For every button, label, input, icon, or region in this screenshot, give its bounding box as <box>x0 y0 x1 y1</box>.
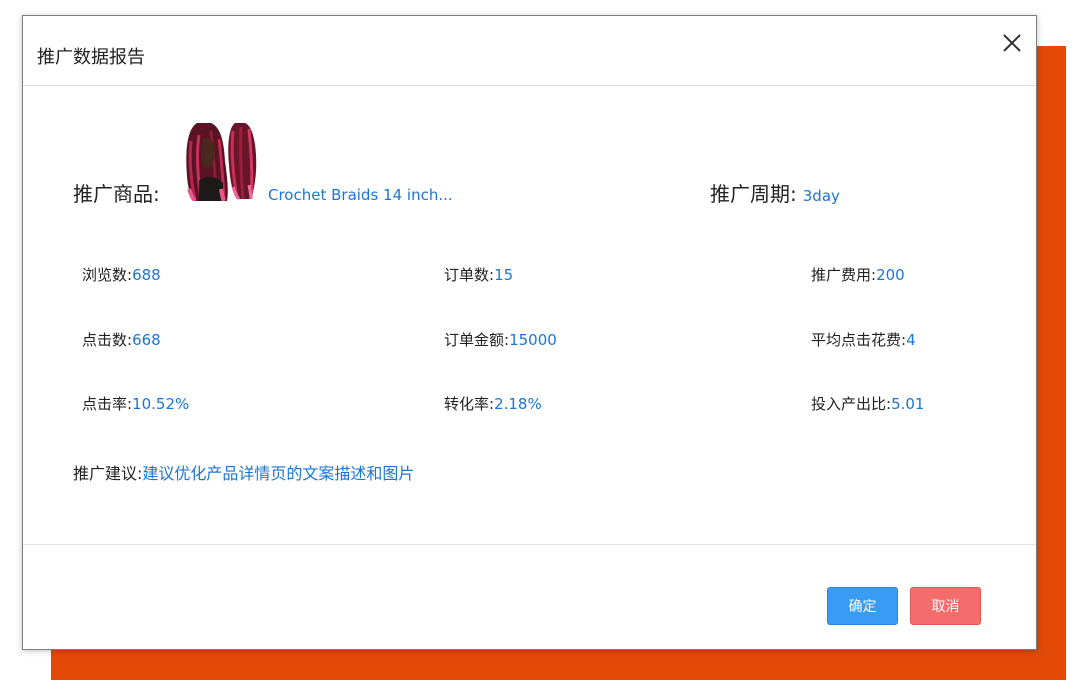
confirm-button[interactable]: 确定 <box>827 587 898 625</box>
stat-label: 点击数: <box>82 331 133 349</box>
stat-value: 668 <box>132 331 161 349</box>
close-icon[interactable] <box>1000 31 1024 55</box>
cancel-button[interactable]: 取消 <box>910 587 981 625</box>
stat-clicks: 点击数:668 <box>82 330 161 350</box>
stat-click-rate: 点击率:10.52% <box>82 394 189 414</box>
promotion-report-dialog: 推广数据报告 推广商品: Crochet Braids 14 inch... 推… <box>22 15 1037 650</box>
period-label: 推广周期: <box>710 182 797 206</box>
stat-value: 688 <box>132 266 161 284</box>
stat-promo-cost: 推广费用:200 <box>811 265 905 285</box>
stat-value: 2.18% <box>494 395 542 413</box>
stat-label: 平均点击花费: <box>811 331 907 349</box>
product-thumbnail <box>183 121 263 203</box>
suggestion-label: 推广建议: <box>73 464 143 483</box>
suggestion-value: 建议优化产品详情页的文案描述和图片 <box>142 464 415 483</box>
stat-label: 推广费用: <box>811 266 877 284</box>
stat-label: 浏览数: <box>82 266 133 284</box>
stat-value: 15 <box>494 266 514 284</box>
stat-label: 投入产出比: <box>811 395 892 413</box>
stat-value: 200 <box>876 266 905 284</box>
stat-value: 5.01 <box>891 395 925 413</box>
dialog-title: 推广数据报告 <box>37 47 145 68</box>
stat-orders: 订单数:15 <box>444 265 513 285</box>
product-name-link[interactable]: Crochet Braids 14 inch... <box>268 185 453 205</box>
stat-value: 10.52% <box>132 395 190 413</box>
footer-divider <box>23 544 1036 545</box>
stat-label: 订单数: <box>444 266 495 284</box>
stat-conversion-rate: 转化率:2.18% <box>444 394 542 414</box>
stat-views: 浏览数:688 <box>82 265 161 285</box>
stat-roi: 投入产出比:5.01 <box>811 394 924 414</box>
stat-value: 15000 <box>509 331 557 349</box>
stat-avg-click-cost: 平均点击花费:4 <box>811 330 916 350</box>
stat-label: 转化率: <box>444 395 495 413</box>
stat-label: 订单金额: <box>444 331 510 349</box>
product-row: 推广商品: Crochet Braids 14 inch... <box>73 121 473 206</box>
promotion-period: 推广周期: 3day <box>710 181 840 209</box>
stat-value: 4 <box>906 331 916 349</box>
stat-label: 点击率: <box>82 395 133 413</box>
stat-order-amount: 订单金额:15000 <box>444 330 557 350</box>
promotion-suggestion: 推广建议:建议优化产品详情页的文案描述和图片 <box>73 464 414 484</box>
dialog-header: 推广数据报告 <box>23 16 1036 86</box>
period-value: 3day <box>802 187 840 205</box>
product-label: 推广商品: <box>73 182 160 206</box>
